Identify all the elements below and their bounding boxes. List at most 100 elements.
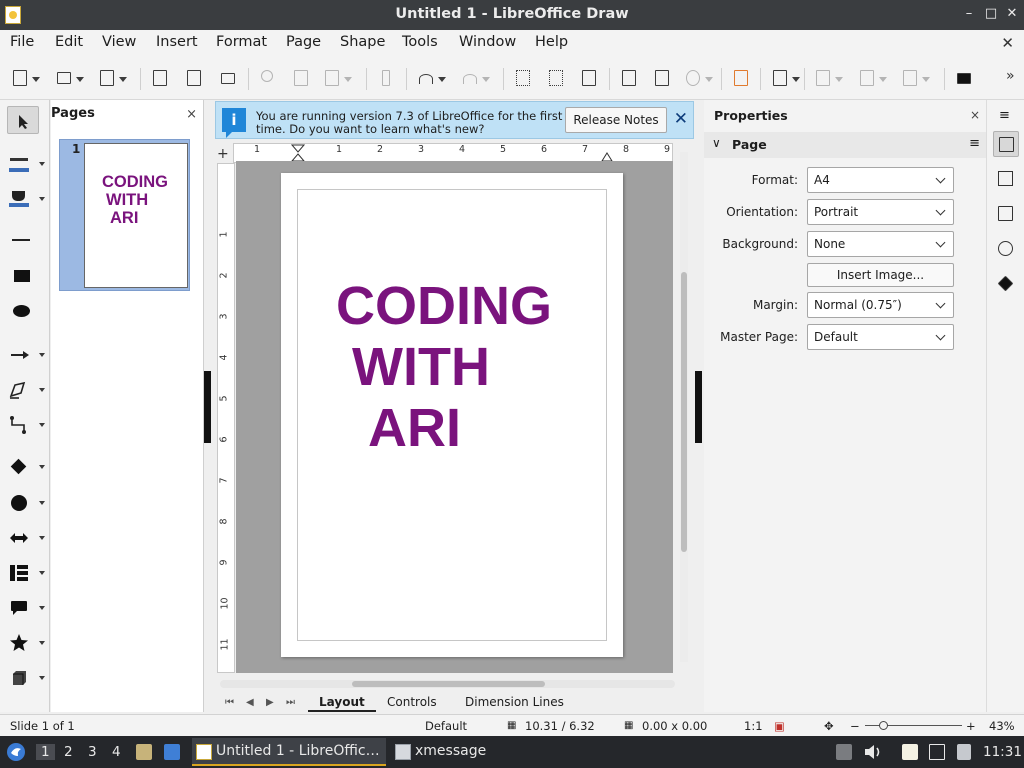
print-icon[interactable]: [218, 68, 238, 88]
stars-banners-icon[interactable]: [7, 629, 45, 657]
copy-icon[interactable]: [291, 68, 311, 88]
power-icon[interactable]: [957, 744, 971, 760]
paste-icon[interactable]: [322, 68, 352, 88]
close-document-button[interactable]: ✕: [1001, 34, 1014, 52]
fill-color-icon[interactable]: [7, 185, 45, 213]
page-section-header[interactable]: ∨ Page ≡: [704, 132, 986, 158]
menu-edit[interactable]: Edit: [55, 34, 83, 50]
margin-select[interactable]: Normal (0.75″): [807, 292, 954, 318]
workspace-4[interactable]: 4: [112, 744, 121, 760]
zoom-out-button[interactable]: −: [850, 719, 860, 733]
basic-shapes-diamond-icon[interactable]: [7, 453, 45, 481]
fontwork-icon[interactable]: [731, 68, 751, 88]
volume-icon[interactable]: [864, 744, 882, 760]
background-select[interactable]: None: [807, 231, 954, 257]
horizontal-scrollbar[interactable]: [220, 680, 675, 688]
maximize-button[interactable]: □: [982, 5, 1000, 23]
menu-format[interactable]: Format: [216, 34, 267, 50]
zoom-slider-knob[interactable]: [879, 721, 888, 730]
menu-window[interactable]: Window: [459, 34, 516, 50]
menu-tools[interactable]: Tools: [402, 34, 438, 50]
tab-dimension-lines[interactable]: Dimension Lines: [465, 695, 564, 709]
open-folder-icon[interactable]: [54, 68, 84, 88]
horizontal-ruler[interactable]: 1 1 2 3 4 5 6 7 8 9: [233, 143, 673, 163]
close-sidebar-icon[interactable]: ×: [970, 108, 980, 122]
menu-shape[interactable]: Shape: [340, 34, 385, 50]
network-icon[interactable]: [929, 744, 945, 760]
collapse-pages-panel-handle[interactable]: [204, 371, 211, 443]
styles-deck-icon[interactable]: [993, 166, 1019, 192]
menu-insert[interactable]: Insert: [156, 34, 198, 50]
line-color-icon[interactable]: [7, 150, 45, 178]
orientation-select[interactable]: Portrait: [807, 199, 954, 225]
tab-layout[interactable]: Layout: [308, 695, 376, 712]
close-pages-panel-icon[interactable]: ×: [186, 107, 197, 122]
minimize-button[interactable]: –: [960, 5, 978, 23]
new-document-icon[interactable]: [10, 68, 40, 88]
taskbar-item-xmessage[interactable]: xmessage: [391, 738, 492, 766]
tray-notification-icon[interactable]: [836, 744, 852, 760]
shapes-deck-icon[interactable]: [993, 271, 1019, 297]
master-page-select[interactable]: Default: [807, 324, 954, 350]
zoom-pan-icon[interactable]: [579, 68, 599, 88]
cut-icon[interactable]: [258, 68, 278, 88]
drawing-text-line[interactable]: WITH: [352, 337, 490, 397]
arrow-lines-icon[interactable]: [7, 341, 45, 369]
line-tool-icon[interactable]: [7, 226, 39, 254]
collapse-sidebar-handle[interactable]: [695, 371, 702, 443]
menu-file[interactable]: File: [10, 34, 34, 50]
special-character-icon[interactable]: [683, 68, 713, 88]
navigator-deck-icon[interactable]: [993, 236, 1019, 262]
insert-textbox-icon[interactable]: [652, 68, 672, 88]
menu-view[interactable]: View: [102, 34, 136, 50]
clone-formatting-icon[interactable]: [376, 68, 396, 88]
grid-icon[interactable]: [513, 68, 533, 88]
tab-controls[interactable]: Controls: [387, 695, 437, 709]
3d-objects-icon[interactable]: [7, 664, 45, 692]
zoom-in-button[interactable]: +: [966, 719, 976, 733]
workspace-1[interactable]: 1: [36, 744, 55, 760]
curves-polygons-icon[interactable]: [7, 376, 45, 404]
show-desktop-icon[interactable]: [164, 744, 180, 760]
gallery-deck-icon[interactable]: [993, 201, 1019, 227]
next-layer-icon[interactable]: ▶: [266, 697, 274, 708]
start-menu-icon[interactable]: [6, 742, 26, 762]
ellipse-tool-icon[interactable]: [7, 297, 39, 325]
document-page[interactable]: CODING WITH ARI: [281, 173, 623, 657]
format-select[interactable]: A4: [807, 167, 954, 193]
close-window-button[interactable]: ✕: [1003, 5, 1021, 23]
drawing-canvas[interactable]: CODING WITH ARI: [236, 161, 673, 673]
align-objects-icon[interactable]: [813, 68, 843, 88]
menu-help[interactable]: Help: [535, 34, 568, 50]
helplines-icon[interactable]: [546, 68, 566, 88]
workspace-2[interactable]: 2: [64, 744, 73, 760]
drawing-text-line[interactable]: CODING: [336, 276, 552, 336]
arrange-icon[interactable]: [857, 68, 887, 88]
undo-icon[interactable]: [416, 68, 446, 88]
page-thumbnail-1[interactable]: 1 CODING WITH ARI: [59, 139, 190, 291]
distribute-icon[interactable]: [900, 68, 930, 88]
drawing-text-line[interactable]: ARI: [368, 398, 461, 458]
connectors-icon[interactable]: [7, 411, 45, 439]
block-arrows-icon[interactable]: [7, 524, 45, 552]
close-infobar-icon[interactable]: ✕: [674, 109, 688, 129]
release-notes-button[interactable]: Release Notes: [565, 107, 667, 133]
insert-image-icon[interactable]: [619, 68, 639, 88]
shadow-icon[interactable]: [954, 68, 974, 88]
export-icon[interactable]: [150, 68, 170, 88]
vertical-scrollbar[interactable]: [680, 152, 688, 662]
file-manager-icon[interactable]: [136, 744, 152, 760]
previous-layer-icon[interactable]: ◀: [246, 697, 254, 708]
insert-image-button[interactable]: Insert Image...: [807, 263, 954, 287]
taskbar-item-libreoffice[interactable]: Untitled 1 - LibreOffic…: [192, 738, 386, 766]
workspace-3[interactable]: 3: [88, 744, 97, 760]
symbol-shapes-smiley-icon[interactable]: [7, 489, 45, 517]
first-layer-icon[interactable]: ⏮: [225, 697, 234, 708]
rectangle-tool-icon[interactable]: [7, 262, 39, 290]
left-indent-marker-icon[interactable]: [291, 144, 305, 162]
zoom-percentage[interactable]: 43%: [989, 719, 1015, 733]
fit-page-icon[interactable]: ✥: [824, 719, 834, 733]
export-pdf-icon[interactable]: [184, 68, 204, 88]
select-tool-icon[interactable]: [7, 106, 39, 134]
clipboard-icon[interactable]: [902, 744, 918, 760]
